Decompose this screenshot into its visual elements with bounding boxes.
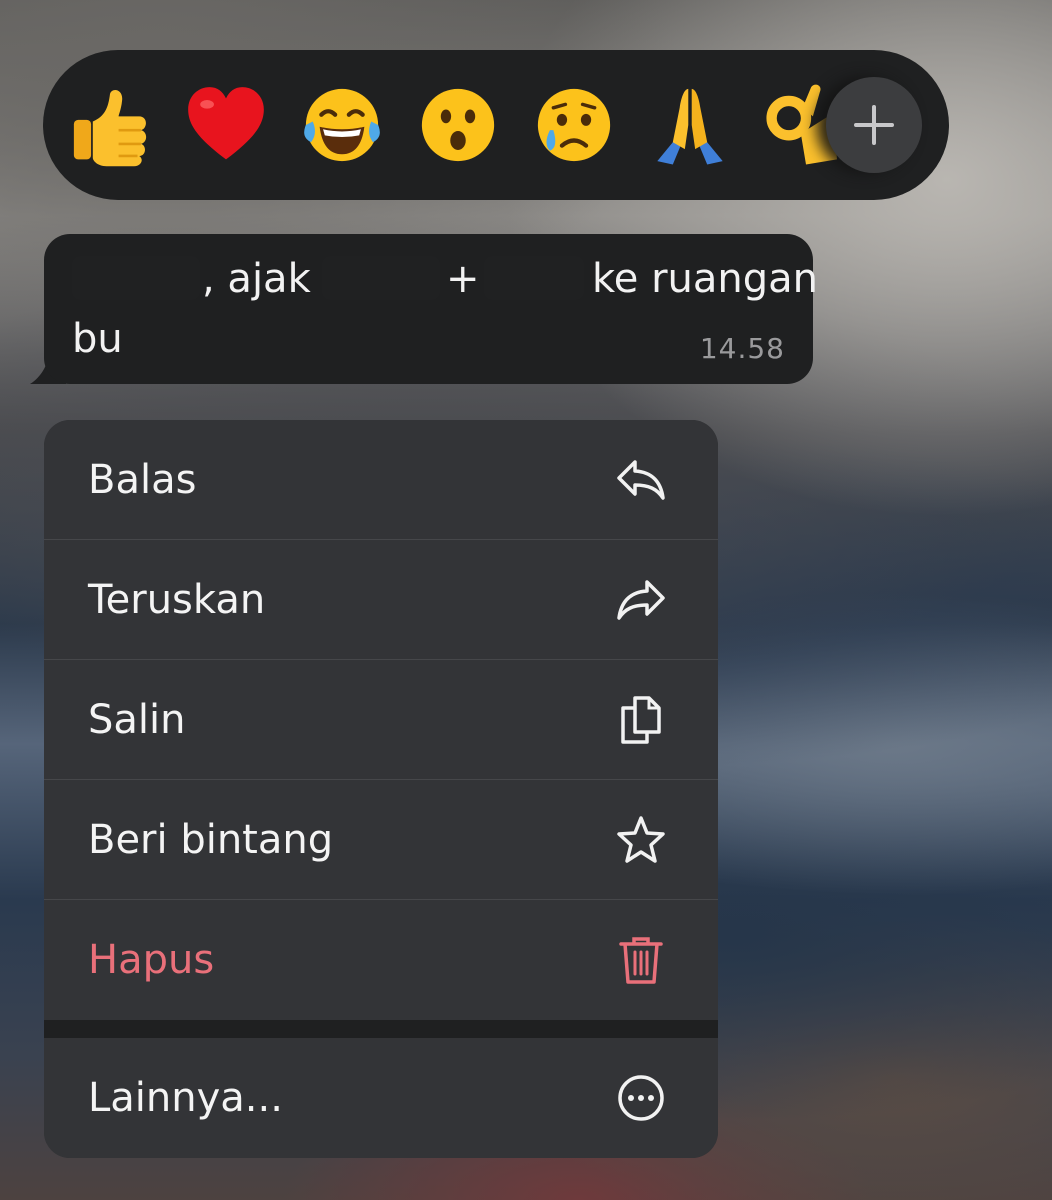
tears-of-joy-emoji[interactable]	[297, 80, 387, 170]
message-text-part-1: , ajak	[202, 256, 311, 302]
message-timestamp: 14.58	[699, 332, 785, 365]
more-icon	[614, 1071, 668, 1125]
menu-item-label: Lainnya...	[88, 1075, 283, 1121]
redacted-name	[484, 256, 584, 300]
menu-item-label: Hapus	[88, 937, 215, 983]
context-menu: Balas Teruskan Salin Beri bintang Hapus …	[44, 420, 718, 1158]
menu-item-label: Teruskan	[88, 576, 266, 623]
folded-hands-emoji[interactable]	[645, 80, 735, 170]
emoji-row	[65, 50, 851, 200]
reaction-bar	[43, 50, 949, 200]
menu-item-star[interactable]: Beri bintang	[44, 780, 718, 900]
menu-item-reply[interactable]: Balas	[44, 420, 718, 540]
more-reactions-button[interactable]	[826, 77, 922, 173]
message-text-part-2: +	[446, 256, 480, 302]
copy-icon	[614, 693, 668, 747]
menu-item-label: Beri bintang	[88, 816, 334, 863]
menu-separator	[44, 1020, 718, 1038]
message-text-part-3: ke ruangan	[592, 256, 818, 302]
menu-item-copy[interactable]: Salin	[44, 660, 718, 780]
star-icon	[614, 813, 668, 867]
red-heart-emoji[interactable]	[181, 80, 271, 170]
menu-item-delete[interactable]: Hapus	[44, 900, 718, 1020]
menu-item-label: Salin	[88, 696, 186, 743]
trash-icon	[614, 933, 668, 987]
redacted-name	[72, 256, 200, 300]
reply-icon	[614, 453, 668, 507]
redacted-name	[322, 256, 440, 300]
plus-icon	[854, 105, 894, 145]
thumbs-up-emoji[interactable]	[65, 80, 155, 170]
crying-face-emoji[interactable]	[529, 80, 619, 170]
message-bubble[interactable]: , ajak + ke ruangan bu 14.58	[44, 234, 818, 384]
message-line-2: bu	[72, 316, 123, 362]
forward-icon	[614, 573, 668, 627]
menu-item-forward[interactable]: Teruskan	[44, 540, 718, 660]
menu-item-more[interactable]: Lainnya...	[44, 1038, 718, 1158]
message-line-1: , ajak + ke ruangan	[44, 256, 818, 306]
menu-item-label: Balas	[88, 456, 197, 503]
surprised-face-emoji[interactable]	[413, 80, 503, 170]
